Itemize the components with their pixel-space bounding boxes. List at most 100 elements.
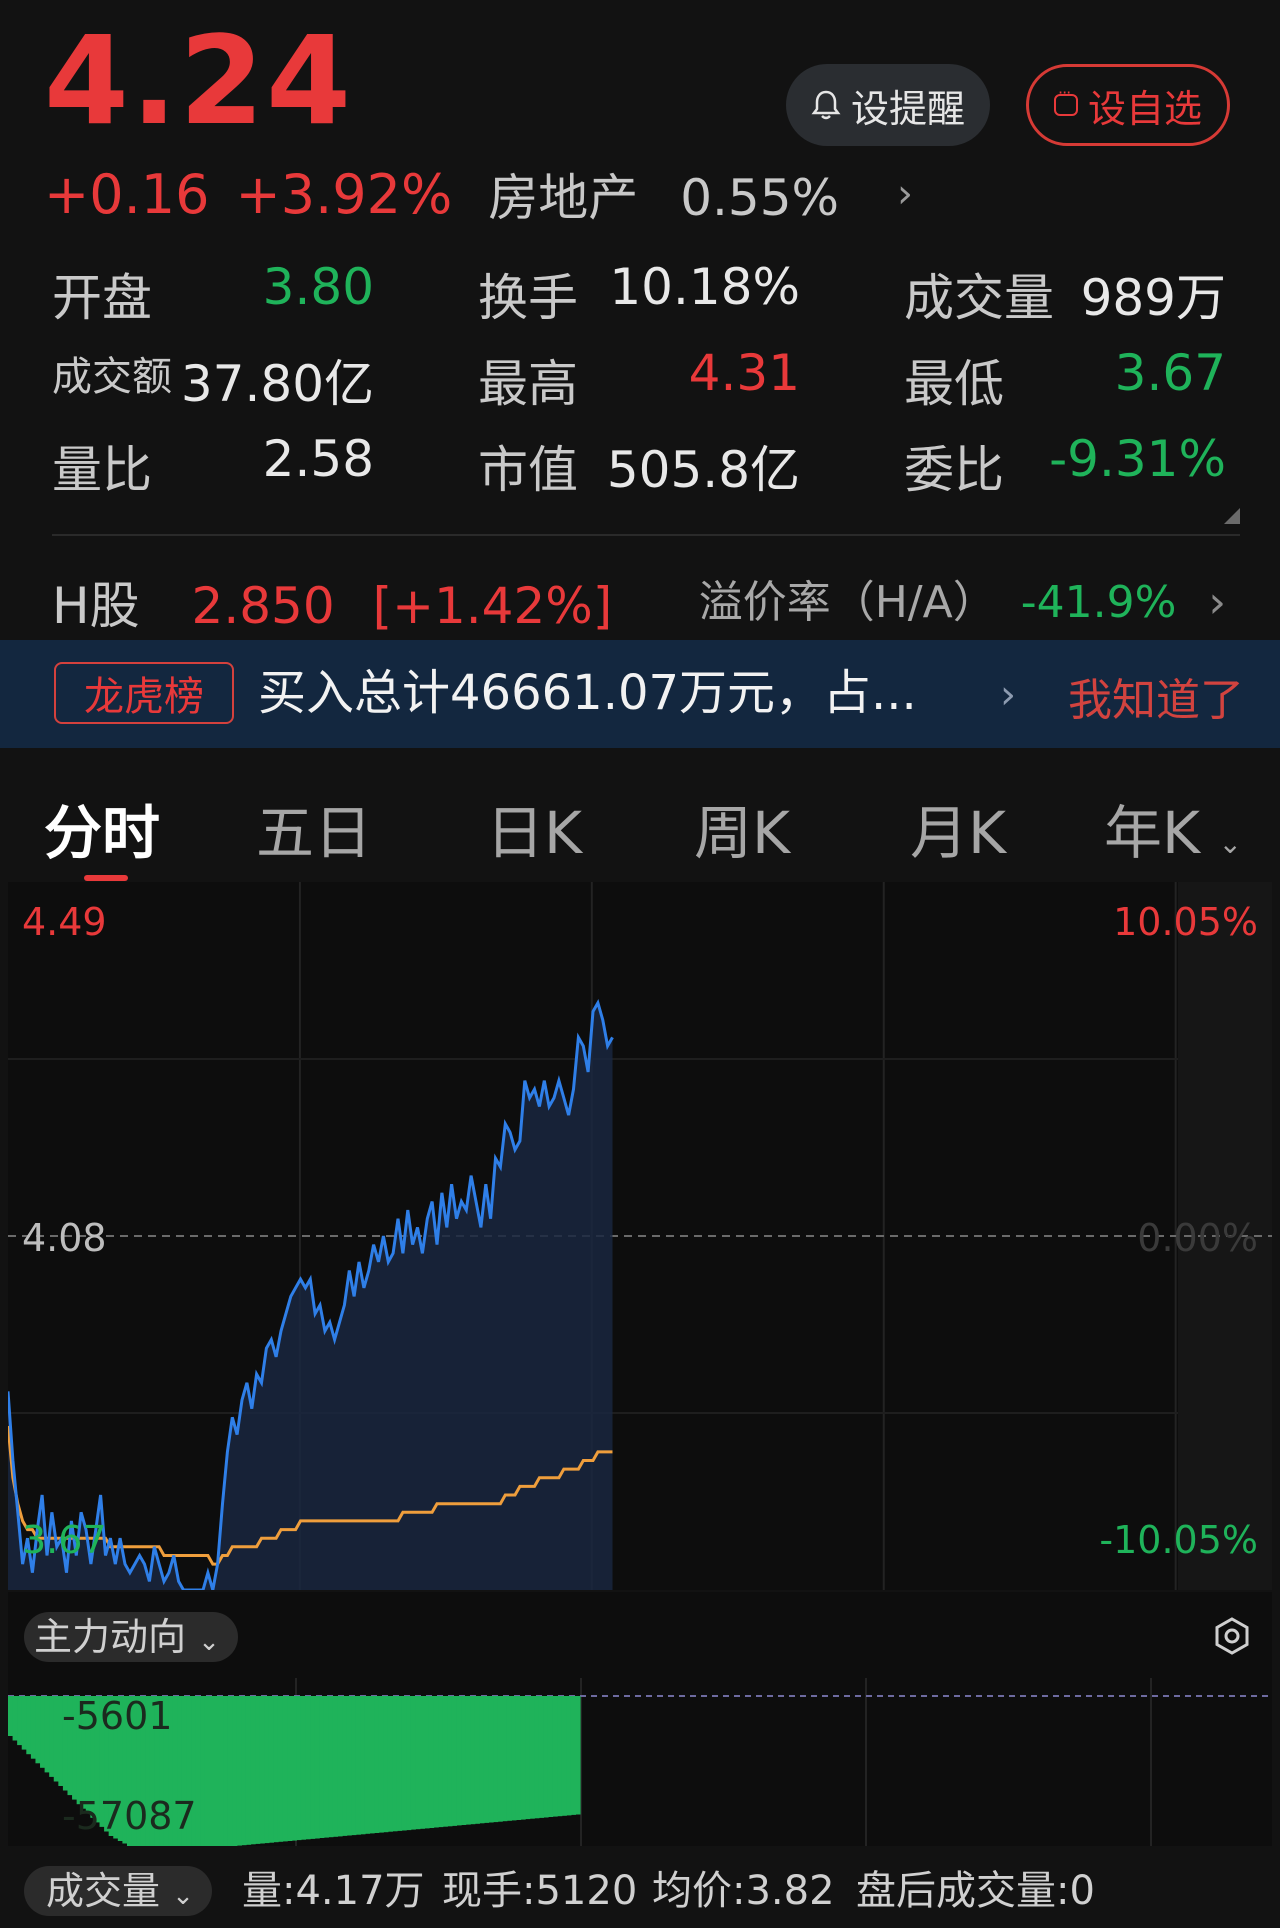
stat-high-value: 4.31 — [688, 344, 800, 402]
flow-bar — [461, 1696, 467, 1825]
flow-bar — [282, 1696, 288, 1842]
stat-bid-ratio-value: -9.31% — [1049, 430, 1226, 488]
flow-bar — [355, 1696, 361, 1835]
stat-open-value: 3.80 — [262, 258, 374, 316]
volume-selector[interactable]: 成交量 ⌄ — [24, 1866, 212, 1916]
watchlist-icon — [1053, 83, 1078, 116]
flow-bar — [415, 1696, 421, 1830]
flow-bar — [387, 1696, 393, 1832]
flow-bar — [360, 1696, 366, 1835]
dragon-tiger-text[interactable]: 买入总计46661.07万元，占... — [258, 662, 917, 724]
h-share-row[interactable]: H股 2.850 [+1.42%] — [52, 566, 612, 638]
y-right-bottom-label: -10.05% — [1099, 1518, 1258, 1562]
intraday-chart[interactable]: 4.49 4.08 3.67 10.05% 0.00% -10.05% — [8, 882, 1272, 1590]
chevron-right-icon: › — [1208, 577, 1226, 628]
flow-bar — [213, 1696, 220, 1846]
flow-bar — [53, 1696, 59, 1782]
dismiss-banner-button[interactable]: 我知道了 — [1068, 664, 1244, 728]
flow-bar — [557, 1696, 563, 1817]
flow-bar — [364, 1696, 371, 1834]
flow-bar — [218, 1696, 224, 1846]
flow-bar — [337, 1696, 343, 1837]
flow-bottom-label: -57087 — [62, 1794, 197, 1838]
indicator-selector[interactable]: 主力动向 ⌄ — [24, 1612, 238, 1662]
flow-bar — [515, 1696, 522, 1820]
settings-hexagon-icon[interactable] — [1212, 1616, 1252, 1656]
flow-bar — [227, 1696, 233, 1846]
stat-amount-label: 成交额 — [52, 354, 172, 400]
flow-bar — [424, 1696, 430, 1829]
flow-bar — [396, 1696, 403, 1831]
flow-bar — [374, 1696, 380, 1833]
flow-bar — [428, 1696, 435, 1828]
flow-bar — [332, 1696, 339, 1837]
flow-bar — [204, 1696, 210, 1846]
flow-bar — [273, 1696, 279, 1843]
flow-bar — [30, 1696, 37, 1759]
change-row: +0.16 +3.92% 房地产 0.55% › — [44, 158, 939, 230]
chevron-right-icon[interactable]: › — [897, 171, 913, 217]
stat-vol-ratio-value: 2.58 — [262, 430, 374, 488]
intraday-chart-svg — [8, 882, 1272, 1590]
chevron-down-icon: ⌄ — [1218, 827, 1242, 860]
stat-high-label: 最高 — [478, 355, 578, 413]
flow-bar — [268, 1696, 275, 1843]
premium-value: -41.9% — [1020, 577, 1177, 628]
tab-intraday[interactable]: 分时 — [44, 786, 160, 870]
flow-bar — [44, 1696, 50, 1773]
h-share-label: H股 — [52, 577, 140, 635]
tab-daily-k[interactable]: 日K — [486, 786, 582, 870]
flow-bar — [442, 1696, 448, 1827]
flow-bar — [319, 1696, 325, 1838]
stat-vol-ratio-label: 量比 — [52, 441, 152, 499]
sector-pct: 0.55% — [680, 169, 840, 227]
flow-bar — [236, 1696, 242, 1846]
flow-bar — [488, 1696, 494, 1823]
stat-vol-ratio: 量比 2.58 — [52, 430, 374, 502]
chevron-right-icon[interactable]: › — [1000, 672, 1016, 718]
flow-bar — [401, 1696, 407, 1831]
flow-bar — [552, 1696, 558, 1817]
expand-corner-icon[interactable] — [1224, 508, 1240, 524]
y-left-mid-label: 4.08 — [22, 1216, 107, 1260]
flow-bar — [383, 1696, 389, 1833]
stat-low: 最低 3.67 — [904, 344, 1226, 416]
current-price: 4.24 — [44, 10, 354, 152]
y-left-top-label: 4.49 — [22, 900, 107, 944]
premium-rate[interactable]: 溢价率（H/A） -41.9% › — [699, 566, 1226, 630]
money-flow-chart[interactable]: -5601 -57087 — [8, 1678, 1272, 1846]
flow-bar — [291, 1696, 297, 1841]
flow-bar — [305, 1696, 311, 1840]
flow-bar — [451, 1696, 458, 1826]
flow-bar — [351, 1696, 357, 1836]
y-right-mid-label: 0.00% — [1137, 1216, 1258, 1260]
y-left-bottom-label: 3.67 — [22, 1518, 107, 1562]
flow-bar — [392, 1696, 398, 1832]
dragon-tiger-tag: 龙虎榜 — [54, 662, 234, 724]
sector-name: 房地产 — [488, 169, 639, 227]
chevron-down-icon: ⌄ — [198, 1627, 220, 1657]
stat-mktcap-label: 市值 — [478, 441, 578, 499]
tab-weekly-k[interactable]: 周K — [694, 786, 790, 870]
tab-yearly-k[interactable]: 年K ⌄ — [1104, 786, 1242, 870]
flow-bar — [438, 1696, 444, 1828]
average-price-value: 均价:3.82 — [652, 1868, 835, 1914]
flow-bar — [342, 1696, 348, 1836]
tab-monthly-k[interactable]: 月K — [910, 786, 1006, 870]
flow-bar — [49, 1696, 55, 1777]
add-watchlist-button[interactable]: 设自选 — [1026, 64, 1230, 146]
flow-bar — [538, 1696, 544, 1818]
bell-icon — [811, 90, 841, 120]
flow-bar — [483, 1696, 490, 1823]
sector-link[interactable]: 房地产 0.55% — [488, 158, 865, 230]
flow-bar — [378, 1696, 384, 1833]
active-tab-indicator — [84, 875, 128, 881]
flow-bar — [346, 1696, 352, 1836]
stat-turnover: 换手 10.18% — [478, 258, 800, 330]
tab-five-day[interactable]: 五日 — [256, 786, 372, 870]
flow-bar — [26, 1696, 32, 1755]
set-alert-button[interactable]: 设提醒 — [786, 64, 990, 146]
set-alert-label: 设提醒 — [850, 86, 965, 131]
price-change-pct: +3.92% — [235, 162, 453, 226]
flow-bar — [561, 1696, 567, 1816]
